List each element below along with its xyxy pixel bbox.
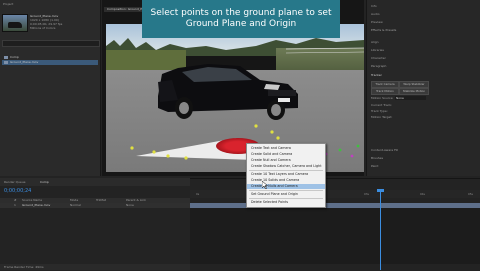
project-panel-title: Project [3, 2, 14, 6]
col-num: # [14, 198, 17, 202]
motion-source-label: Motion Source: [371, 96, 394, 100]
car [158, 64, 298, 120]
right-panel: Info Audio Preview Effects & Presets Ali… [366, 0, 480, 176]
ruler-tick: 04s [420, 192, 426, 196]
panel-content-aware-fill[interactable]: Content-Aware Fill [371, 148, 398, 152]
panel-paint[interactable]: Paint [371, 164, 378, 168]
track-camera-button[interactable]: Track Camera [371, 81, 399, 88]
render-time-status: Frame Render Time: 49ms [4, 265, 44, 269]
list-item-label: Comp [10, 55, 19, 59]
ruler-tick: 0s [196, 192, 200, 196]
project-thumbnail[interactable] [2, 14, 28, 32]
menu-item-delete-selected-points[interactable]: Delete Selected Points [251, 200, 323, 205]
mouse-cursor-icon [262, 181, 268, 189]
menu-item-create-10-nulls[interactable]: Create 10 Nulls and Camera [247, 184, 325, 189]
instruction-banner: Select points on the ground plane to set… [142, 0, 340, 38]
list-item-label: Ground_Plane.mov [10, 60, 39, 64]
menu-item-create-10-text-layers[interactable]: Create 10 Text Layers and Camera [251, 172, 323, 177]
panel-character[interactable]: Character [371, 56, 386, 60]
panel-tracker[interactable]: Tracker [371, 73, 382, 77]
list-item[interactable]: Ground_Plane.mov [2, 60, 98, 65]
panel-paragraph[interactable]: Paragraph [371, 64, 386, 68]
menu-separator [249, 190, 323, 191]
layer-parent-select[interactable]: None [126, 203, 134, 207]
motion-source-select[interactable]: None [395, 96, 426, 100]
timeline-tabs: Render Queue Comp [0, 178, 190, 186]
col-source-name: Source Name [22, 198, 43, 202]
current-timecode[interactable]: 0;00;00;24 [4, 188, 31, 194]
current-track-label: Current Track: [371, 103, 393, 107]
layer-name: Ground_Plane.mov [22, 203, 51, 207]
motion-target-label: Motion Target: [371, 115, 393, 119]
panel-effects[interactable]: Effects & Presets [371, 28, 396, 32]
context-menu: Create Text and Camera Create Solid and … [246, 143, 326, 208]
col-trkmat: TrkMat [96, 198, 106, 202]
panel-audio[interactable]: Audio [371, 12, 380, 16]
tab-comp[interactable]: Comp [40, 180, 49, 184]
menu-item-set-ground-plane[interactable]: Set Ground Plane and Origin [251, 192, 323, 197]
ruler-tick: 05s [468, 192, 474, 196]
menu-item-create-text-and-camera[interactable]: Create Text and Camera [251, 146, 323, 151]
panel-libraries[interactable]: Libraries [371, 48, 384, 52]
tab-render-queue[interactable]: Render Queue [4, 180, 26, 184]
panel-brushes[interactable]: Brushes [371, 156, 383, 160]
table-row[interactable]: 1 Ground_Plane.mov Normal None [0, 203, 190, 208]
ruler-tick: 03s [364, 192, 370, 196]
track-type-label: Track Type: [371, 109, 388, 113]
col-parent: Parent & Link [126, 198, 146, 202]
banner-line-1: Select points on the ground plane to set [150, 8, 332, 18]
comp-extra: Millions of Colors [30, 26, 56, 30]
panel-info[interactable]: Info [371, 4, 377, 8]
time-ruler[interactable]: 0s 01s 02s 03s 04s 05s [190, 190, 480, 198]
track-motion-button[interactable]: Track Motion [371, 88, 399, 95]
banner-line-2: Ground Plane and Origin [185, 19, 297, 29]
panel-preview[interactable]: Preview [371, 20, 383, 24]
timeline-tracks [190, 208, 480, 264]
footage-icon [4, 61, 8, 64]
status-bar: Frame Render Time: 49ms [0, 264, 190, 270]
layer-number: 1 [14, 203, 16, 207]
project-search-input[interactable] [2, 40, 100, 47]
warp-stabilizer-button[interactable]: Warp Stabilizer [399, 81, 429, 88]
panel-align[interactable]: Align [371, 40, 379, 44]
col-mode: Mode [70, 198, 79, 202]
playhead-handle[interactable] [377, 189, 384, 192]
menu-item-create-shadow-catcher[interactable]: Create Shadow Catcher, Camera and Light [251, 164, 323, 169]
menu-item-create-null-and-camera[interactable]: Create Null and Camera [251, 158, 323, 163]
menu-separator [249, 170, 323, 171]
composition-icon [4, 56, 8, 59]
layer-mode-select[interactable]: Normal [70, 203, 81, 207]
playhead-line[interactable] [380, 190, 381, 270]
stabilize-motion-button[interactable]: Stabilize Motion [399, 88, 429, 95]
menu-separator [249, 198, 323, 199]
menu-item-create-solid-and-camera[interactable]: Create Solid and Camera [251, 152, 323, 157]
